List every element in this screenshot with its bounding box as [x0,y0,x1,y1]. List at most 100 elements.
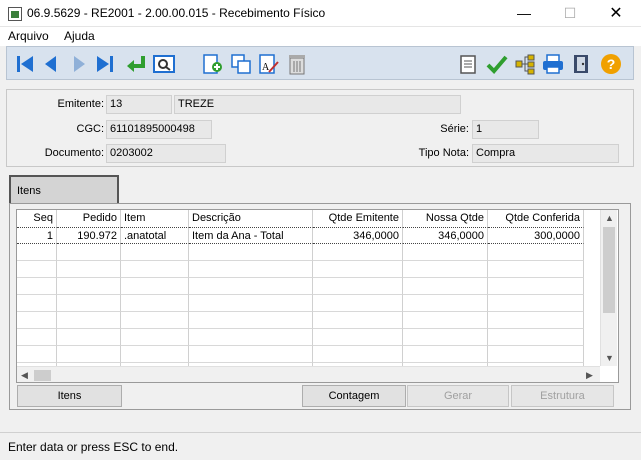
empty-cell [57,244,121,261]
serie-label: Série: [440,123,469,135]
empty-cell [488,312,584,329]
empty-cell [403,312,488,329]
empty-table-row[interactable] [17,329,600,346]
empty-table-row[interactable] [17,346,600,363]
itens-button[interactable]: Itens [17,385,122,407]
grid-horizontal-scrollbar[interactable]: ◀ ▶ [17,366,600,382]
empty-cell [189,346,313,363]
empty-table-row[interactable] [17,261,600,278]
minimize-button[interactable]: — [501,0,547,27]
grid-header: Seq Pedido Item Descrição Qtde Emitente … [17,210,600,227]
scroll-up-icon[interactable]: ▲ [605,213,614,223]
empty-table-row[interactable] [17,295,600,312]
empty-cell [403,261,488,278]
tab-itens[interactable]: Itens [9,175,119,203]
document-header-panel: Emitente: 13 TREZE CGC: 61101895000498 S… [6,89,634,167]
empty-cell [189,295,313,312]
vertical-scroll-thumb[interactable] [603,227,615,313]
empty-table-row[interactable] [17,244,600,261]
return-icon[interactable] [124,52,148,76]
cell-pedido: 190.972 [57,227,121,244]
grid-vertical-scrollbar[interactable]: ▲ ▼ [600,210,617,366]
menu-ajuda[interactable]: Ajuda [64,29,95,43]
documento-field[interactable]: 0203002 [106,144,226,163]
empty-cell [121,312,189,329]
horizontal-scroll-thumb[interactable] [34,370,51,381]
items-grid[interactable]: Seq Pedido Item Descrição Qtde Emitente … [16,209,619,383]
exit-icon[interactable] [569,52,593,76]
svg-text:?: ? [607,56,616,72]
next-icon[interactable] [67,52,91,76]
empty-cell [121,244,189,261]
empty-cell [17,329,57,346]
estrutura-button[interactable]: Estrutura [511,385,614,407]
notes-icon[interactable] [457,52,481,76]
empty-cell [403,295,488,312]
documento-label: Documento: [44,147,104,159]
check-icon[interactable] [485,52,509,76]
empty-cell [17,278,57,295]
emitente-name-field[interactable]: TREZE [174,95,461,114]
previous-icon[interactable] [39,52,63,76]
empty-cell [403,346,488,363]
cell-descricao: Item da Ana - Total [189,227,313,244]
print-icon[interactable] [541,52,565,76]
edit-icon[interactable]: A [257,52,281,76]
empty-cell [17,261,57,278]
empty-cell [17,295,57,312]
scroll-right-icon[interactable]: ▶ [586,370,593,381]
scroll-down-icon[interactable]: ▼ [605,353,614,363]
column-header-descricao[interactable]: Descrição [189,210,313,227]
empty-cell [488,295,584,312]
column-header-qtde-conferida[interactable]: Qtde Conferida [488,210,584,227]
column-header-qtde-emitente[interactable]: Qtde Emitente [313,210,403,227]
cell-nossa-qtde: 346,0000 [403,227,488,244]
cell-qtde-conferida: 300,0000 [488,227,584,244]
column-header-item[interactable]: Item [121,210,189,227]
toolbar: A ? [6,46,634,80]
copy-icon[interactable] [229,52,253,76]
column-header-pedido[interactable]: Pedido [57,210,121,227]
empty-cell [121,329,189,346]
column-header-nossa-qtde[interactable]: Nossa Qtde [403,210,488,227]
empty-cell [313,346,403,363]
scroll-left-icon[interactable]: ◀ [21,370,28,381]
tipo-nota-label: Tipo Nota: [418,147,469,159]
table-row[interactable]: 1 190.972 .anatotal Item da Ana - Total … [17,227,600,244]
contagem-button[interactable]: Contagem [302,385,406,407]
menu-arquivo[interactable]: Arquivo [8,29,49,43]
help-icon[interactable]: ? [599,52,623,76]
cell-seq: 1 [17,227,57,244]
empty-cell [189,278,313,295]
empty-table-row[interactable] [17,312,600,329]
empty-cell [57,261,121,278]
emitente-code-field[interactable]: 13 [106,95,172,114]
last-icon[interactable] [93,52,117,76]
tree-icon[interactable] [513,52,537,76]
empty-cell [313,278,403,295]
empty-cell [57,346,121,363]
empty-cell [403,244,488,261]
search-icon[interactable] [152,52,176,76]
empty-cell [17,244,57,261]
new-icon[interactable] [200,52,224,76]
first-icon[interactable] [13,52,37,76]
serie-field[interactable]: 1 [472,120,539,139]
close-button[interactable]: ✕ [593,0,639,27]
column-header-seq[interactable]: Seq [17,210,57,227]
empty-cell [189,244,313,261]
tipo-nota-field[interactable]: Compra [472,144,619,163]
empty-cell [57,329,121,346]
empty-cell [403,278,488,295]
maximize-button[interactable]: ☐ [547,0,593,27]
empty-cell [121,261,189,278]
empty-cell [313,295,403,312]
delete-icon[interactable] [285,52,309,76]
cgc-field[interactable]: 61101895000498 [106,120,212,139]
empty-table-row[interactable] [17,278,600,295]
empty-cell [17,312,57,329]
window-title: 06.9.5629 - RE2001 - 2.00.00.015 - Receb… [27,6,326,20]
gerar-button[interactable]: Gerar [407,385,509,407]
status-text: Enter data or press ESC to end. [8,440,179,454]
empty-cell [313,261,403,278]
